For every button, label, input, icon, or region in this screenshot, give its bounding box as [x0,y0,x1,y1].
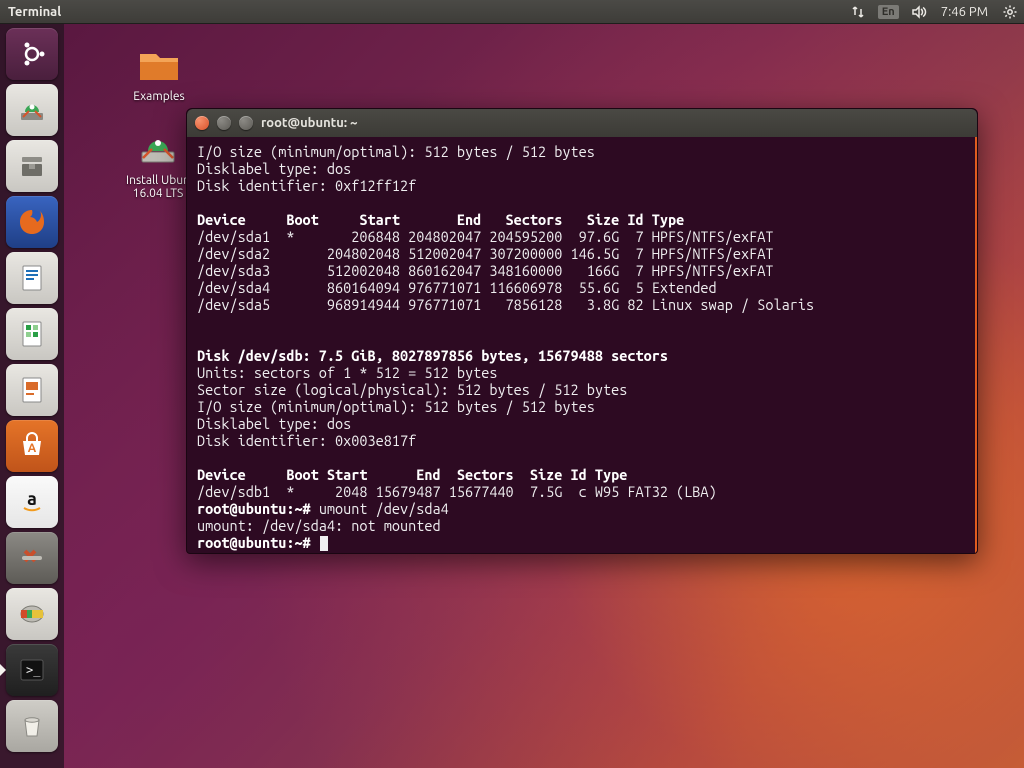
keyboard-language-indicator[interactable]: En [872,0,905,24]
settings-icon[interactable] [6,532,58,584]
output-line: Disk identifier: 0xf12ff12f [197,177,416,194]
desktop-icon-label: Examples [114,90,204,103]
ubiquity-icon [134,124,182,172]
active-app-title: Terminal [8,5,61,19]
table-row: /dev/sda4 860164094 976771071 116606978 … [197,279,717,296]
output-line: Sector size (logical/physical): 512 byte… [197,381,627,398]
impress-icon[interactable] [6,364,58,416]
table-header: Device Boot Start End Sectors Size Id Ty… [197,466,627,483]
close-icon[interactable] [195,116,209,130]
desktop-examples[interactable]: Examples [114,40,204,103]
output-line: Disklabel type: dos [197,160,351,177]
maximize-icon[interactable] [239,116,253,130]
window-titlebar[interactable]: root@ubuntu: ~ [187,109,977,137]
unity-launcher: A a >_ [0,24,64,768]
folder-icon [135,40,183,88]
terminal-body[interactable]: I/O size (minimum/optimal): 512 bytes / … [187,137,977,554]
shell-command: umount /dev/sda4 [319,500,449,517]
output-line: I/O size (minimum/optimal): 512 bytes / … [197,398,595,415]
table-row: /dev/sda3 512002048 860162047 348160000 … [197,262,774,279]
files-icon[interactable] [6,140,58,192]
table-row: /dev/sda5 968914944 976771071 7856128 3.… [197,296,814,313]
calc-icon[interactable] [6,308,58,360]
gparted-icon[interactable] [6,588,58,640]
table-header: Device Boot Start End Sectors Size Id Ty… [197,211,684,228]
ubiquity-icon[interactable] [6,84,58,136]
firefox-icon[interactable] [6,196,58,248]
svg-text:A: A [28,442,37,455]
output-line: Disk /dev/sdb: 7.5 GiB, 8027897856 bytes… [197,347,668,364]
output-line: umount: /dev/sda4: not mounted [197,517,441,534]
table-row: /dev/sda1 * 206848 204802047 204595200 9… [197,228,774,245]
session-gear-icon[interactable] [996,0,1024,24]
output-line: Units: sectors of 1 * 512 = 512 bytes [197,364,497,381]
output-line: I/O size (minimum/optimal): 512 bytes / … [197,143,595,160]
window-title: root@ubuntu: ~ [261,116,358,130]
svg-text:a: a [27,489,37,509]
table-row: /dev/sdb1 * 2048 15679487 15677440 7.5G … [197,483,717,500]
trash-icon[interactable] [6,700,58,752]
writer-icon[interactable] [6,252,58,304]
shell-prompt: root@ubuntu:~# [197,534,311,551]
amazon-icon[interactable]: a [6,476,58,528]
minimize-icon[interactable] [217,116,231,130]
output-line: Disk identifier: 0x003e817f [197,432,416,449]
top-menubar: Terminal En 7:46 PM [0,0,1024,24]
dash-icon[interactable] [6,28,58,80]
terminal-window[interactable]: root@ubuntu: ~ I/O size (minimum/optimal… [186,108,978,554]
software-icon[interactable]: A [6,420,58,472]
terminal-cursor [320,536,328,551]
network-icon[interactable] [844,0,872,24]
output-line: Disklabel type: dos [197,415,351,432]
shell-prompt: root@ubuntu:~# [197,500,311,517]
terminal-icon[interactable]: >_ [6,644,58,696]
table-row: /dev/sda2 204802048 512002047 307200000 … [197,245,774,262]
svg-text:>_: >_ [26,663,41,677]
clock[interactable]: 7:46 PM [933,0,996,24]
volume-icon[interactable] [905,0,933,24]
